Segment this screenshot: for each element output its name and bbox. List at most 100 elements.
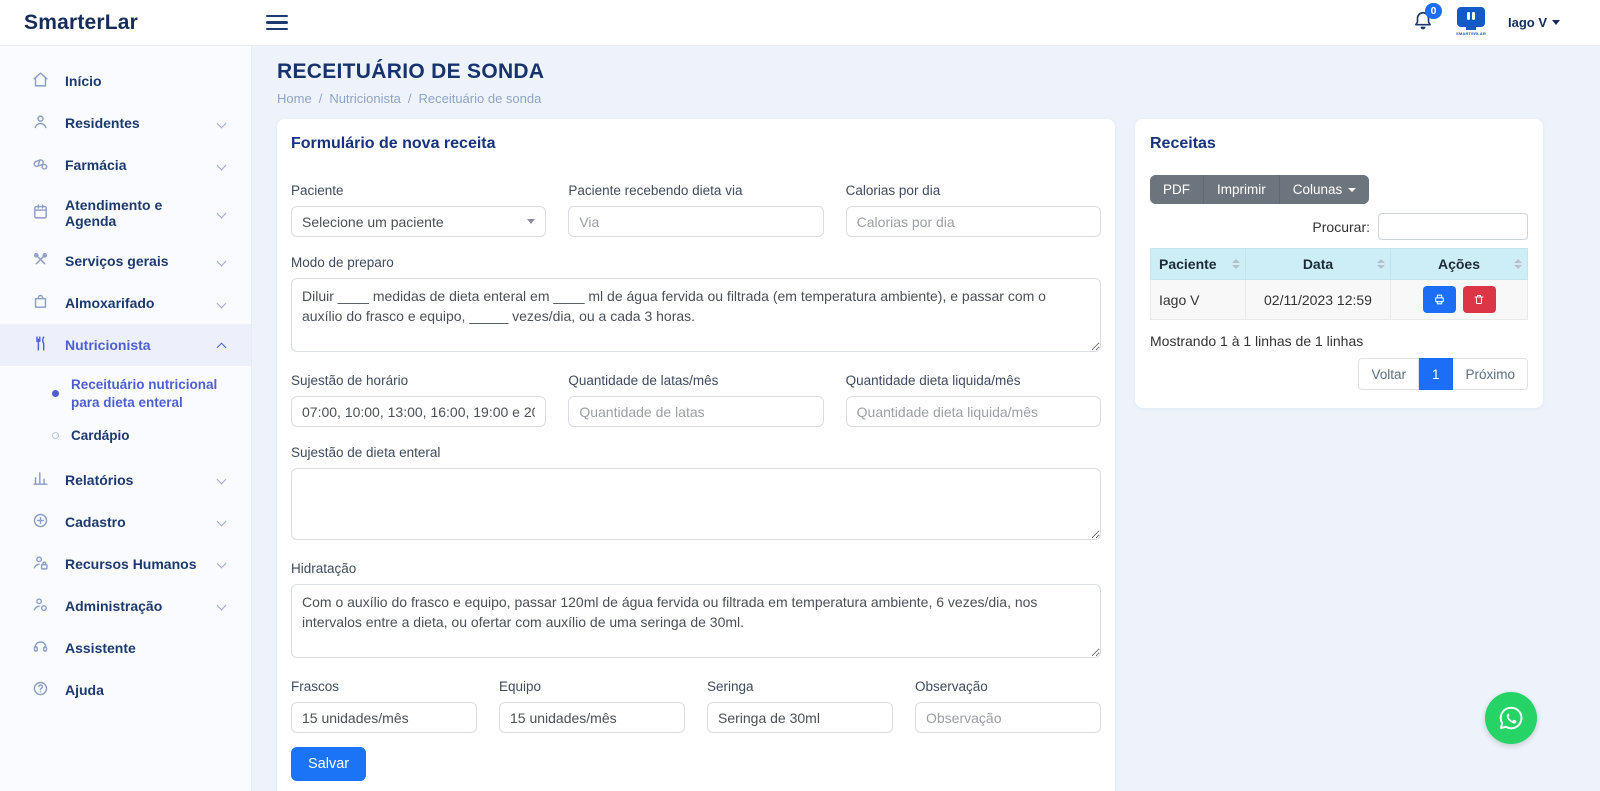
sidebar-item-relatorios[interactable]: Relatórios bbox=[0, 459, 251, 501]
sidebar-item-inicio[interactable]: Início bbox=[0, 60, 251, 102]
main-content: RECEITUÁRIO DE SONDA Home / Nutricionist… bbox=[252, 46, 1600, 791]
utensils-icon bbox=[32, 335, 49, 355]
pdf-button[interactable]: PDF bbox=[1150, 175, 1203, 204]
whatsapp-button[interactable] bbox=[1485, 692, 1537, 744]
latas-input[interactable] bbox=[568, 396, 823, 427]
chevron-down-icon bbox=[217, 559, 227, 569]
breadcrumb-section[interactable]: Nutricionista bbox=[329, 91, 401, 106]
sort-icon bbox=[1514, 259, 1522, 269]
frascos-input[interactable] bbox=[291, 702, 477, 733]
box-icon bbox=[32, 293, 49, 313]
bell-icon bbox=[1412, 19, 1434, 35]
horario-label: Sujestão de horário bbox=[291, 373, 546, 388]
sidebar-item-residentes[interactable]: Residentes bbox=[0, 102, 251, 144]
printer-icon bbox=[1433, 293, 1446, 306]
pagination-next-button[interactable]: Próximo bbox=[1453, 358, 1528, 390]
row-print-button[interactable] bbox=[1423, 286, 1456, 313]
columns-dropdown-button[interactable]: Colunas bbox=[1279, 175, 1370, 204]
chevron-down-icon bbox=[217, 517, 227, 527]
hidratacao-label: Hidratação bbox=[291, 561, 1101, 576]
pill-icon bbox=[32, 155, 49, 175]
avatar[interactable]: SMARTERLAR bbox=[1456, 7, 1486, 39]
sidebar-item-cadastro[interactable]: Cadastro bbox=[0, 501, 251, 543]
horario-input[interactable] bbox=[291, 396, 546, 427]
table-row: Iago V 02/11/2023 12:59 bbox=[1151, 280, 1528, 320]
pagination-prev-button[interactable]: Voltar bbox=[1358, 358, 1419, 390]
receitas-title: Receitas bbox=[1150, 135, 1528, 153]
modo-preparo-label: Modo de preparo bbox=[291, 255, 1101, 270]
sidebar-subitem-cardapio[interactable]: Cardápio bbox=[0, 419, 251, 453]
user-menu[interactable]: Iago V bbox=[1508, 15, 1560, 30]
sidebar-item-assistente[interactable]: Assistente bbox=[0, 627, 251, 669]
sidebar-item-administracao[interactable]: Administração bbox=[0, 585, 251, 627]
via-label: Paciente recebendo dieta via bbox=[568, 183, 823, 198]
notification-count-badge: 0 bbox=[1425, 3, 1442, 19]
chevron-down-icon bbox=[217, 601, 227, 611]
dieta-liquida-label: Quantidade dieta liquida/mês bbox=[846, 373, 1101, 388]
column-header-acoes[interactable]: Ações bbox=[1391, 249, 1528, 280]
modo-preparo-textarea[interactable]: Diluir ____ medidas de dieta enteral em … bbox=[291, 278, 1101, 352]
equipo-input[interactable] bbox=[499, 702, 685, 733]
print-button[interactable]: Imprimir bbox=[1203, 175, 1279, 204]
brand-monitor-icon bbox=[1457, 7, 1485, 27]
cell-data: 02/11/2023 12:59 bbox=[1246, 280, 1391, 320]
column-header-paciente[interactable]: Paciente bbox=[1151, 249, 1246, 280]
sidebar-item-nutricionista[interactable]: Nutricionista bbox=[0, 324, 251, 366]
sujestao-dieta-textarea[interactable] bbox=[291, 468, 1101, 540]
chevron-down-icon bbox=[217, 256, 227, 266]
calorias-input[interactable] bbox=[846, 206, 1101, 237]
chevron-down-icon bbox=[527, 219, 535, 224]
seringa-input[interactable] bbox=[707, 702, 893, 733]
page-title: RECEITUÁRIO DE SONDA bbox=[277, 60, 1575, 84]
latas-label: Quantidade de latas/mês bbox=[568, 373, 823, 388]
question-circle-icon bbox=[32, 680, 49, 700]
search-input[interactable] bbox=[1378, 213, 1528, 240]
receitas-card: Receitas PDF Imprimir Colunas Procurar: bbox=[1135, 119, 1543, 408]
seringa-label: Seringa bbox=[707, 679, 893, 694]
chevron-down-icon bbox=[1348, 188, 1356, 192]
chevron-down-icon bbox=[217, 160, 227, 170]
top-header: SmarterLar 0 SMARTERLAR Iago V bbox=[0, 0, 1600, 46]
hamburger-menu-icon[interactable] bbox=[262, 11, 292, 35]
hidratacao-textarea[interactable]: Com o auxílio do frasco e equipo, passar… bbox=[291, 584, 1101, 658]
chevron-down-icon bbox=[1552, 20, 1560, 25]
sidebar-item-farmacia[interactable]: Farmácia bbox=[0, 144, 251, 186]
sidebar-subitem-receituario[interactable]: Receituário nutricional para dieta enter… bbox=[0, 368, 251, 419]
search-label: Procurar: bbox=[1312, 219, 1370, 235]
trash-icon bbox=[1473, 293, 1485, 306]
headset-icon bbox=[32, 638, 49, 658]
notifications-button[interactable]: 0 bbox=[1412, 10, 1434, 35]
chevron-down-icon bbox=[217, 118, 227, 128]
dieta-liquida-input[interactable] bbox=[846, 396, 1101, 427]
column-header-data[interactable]: Data bbox=[1246, 249, 1391, 280]
breadcrumb-home[interactable]: Home bbox=[277, 91, 312, 106]
paciente-select[interactable]: Selecione um paciente bbox=[291, 206, 546, 237]
sort-icon bbox=[1232, 259, 1240, 269]
user-name: Iago V bbox=[1508, 15, 1547, 30]
calendar-icon bbox=[32, 203, 49, 223]
row-delete-button[interactable] bbox=[1463, 286, 1496, 313]
via-input[interactable] bbox=[568, 206, 823, 237]
pagination: Voltar 1 Próximo bbox=[1150, 358, 1528, 390]
chevron-down-icon bbox=[217, 298, 227, 308]
calorias-label: Calorias por dia bbox=[846, 183, 1101, 198]
person-icon bbox=[32, 113, 49, 133]
sujestao-dieta-label: Sujestão de dieta enteral bbox=[291, 445, 1101, 460]
paciente-label: Paciente bbox=[291, 183, 546, 198]
observacao-input[interactable] bbox=[915, 702, 1101, 733]
cell-paciente: Iago V bbox=[1151, 280, 1246, 320]
save-button[interactable]: Salvar bbox=[291, 747, 366, 781]
sort-icon bbox=[1377, 259, 1385, 269]
sidebar-item-almoxarifado[interactable]: Almoxarifado bbox=[0, 282, 251, 324]
plus-circle-icon bbox=[32, 512, 49, 532]
sidebar-item-servicos-gerais[interactable]: Serviços gerais bbox=[0, 240, 251, 282]
sidebar-item-atendimento-agenda[interactable]: Atendimento e Agenda bbox=[0, 186, 251, 240]
reports-icon bbox=[32, 470, 49, 490]
app-logo[interactable]: SmarterLar bbox=[24, 11, 138, 34]
receitas-table: Paciente Data Ações Iago V 02/11/2023 12… bbox=[1150, 248, 1528, 320]
chevron-up-icon bbox=[217, 342, 227, 352]
pagination-page-1[interactable]: 1 bbox=[1419, 358, 1454, 390]
sidebar-item-recursos-humanos[interactable]: Recursos Humanos bbox=[0, 543, 251, 585]
breadcrumb-current: Receituário de sonda bbox=[418, 91, 541, 106]
sidebar-item-ajuda[interactable]: Ajuda bbox=[0, 669, 251, 711]
